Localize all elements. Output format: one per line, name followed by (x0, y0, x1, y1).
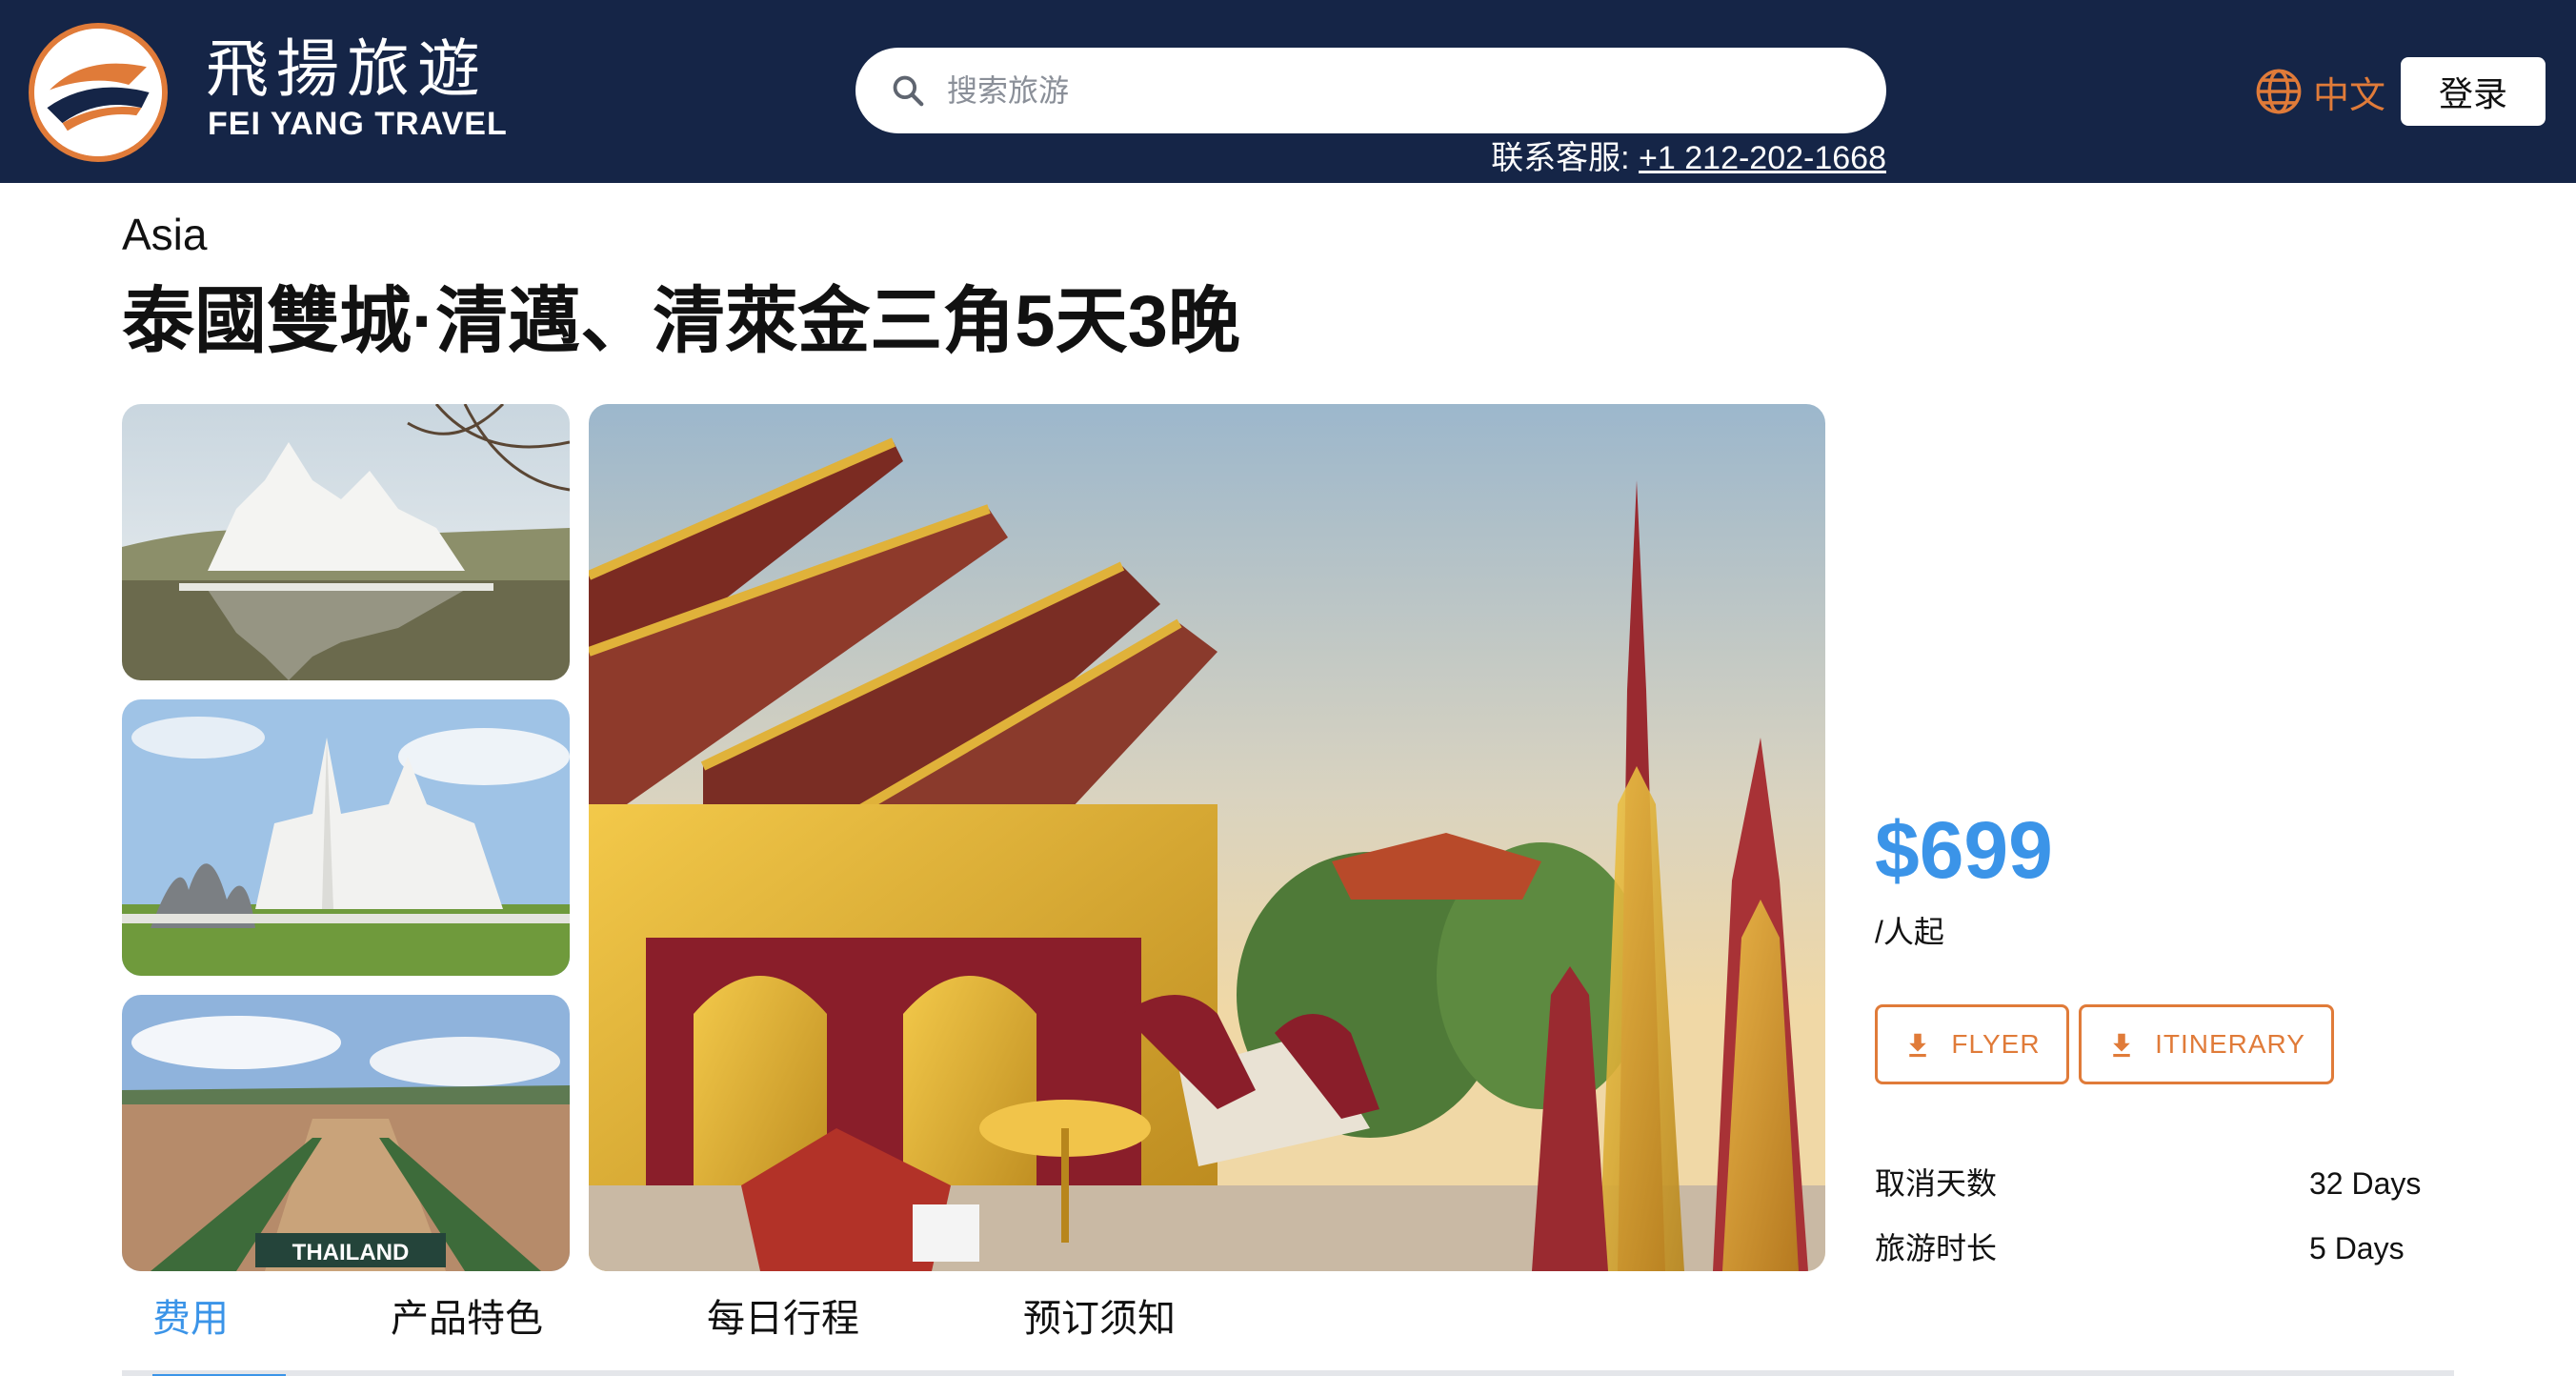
tab-label: 产品特色 (391, 1298, 543, 1340)
download-icon (2113, 1033, 2130, 1058)
flyer-label: FLYER (1951, 1029, 2041, 1059)
info-row-cancellation: 取消天数 32 Days (1875, 1161, 2427, 1206)
tab-label: 费用 (152, 1298, 229, 1340)
brand-name-cn: 飛揚旅遊 (206, 32, 488, 106)
boat-caption: THAILAND (292, 1240, 410, 1265)
download-itinerary-button[interactable]: ITINERARY (2079, 1004, 2334, 1084)
gallery-thumbnail-white-temple-reflection[interactable] (122, 404, 570, 680)
language-switcher[interactable]: 中文 (2254, 65, 2385, 118)
region-label: Asia (122, 210, 208, 259)
price-value: $699 (1875, 805, 2053, 895)
top-navbar: 飛揚旅遊 FEI YANG TRAVEL 联系客服: +1 212-202-16… (0, 0, 2576, 183)
search-bar[interactable] (855, 48, 1886, 133)
search-icon (893, 75, 924, 107)
language-label: 中文 (2313, 75, 2386, 116)
download-flyer-button[interactable]: FLYER (1875, 1004, 2069, 1084)
info-value: 5 Days (2309, 1231, 2405, 1265)
hotline-phone-link[interactable]: +1 212-202-1668 (1639, 140, 1886, 176)
brand-name-en: FEI YANG TRAVEL (208, 106, 508, 142)
gallery-main-photo-temple[interactable] (589, 404, 1825, 1271)
customer-service-hotline: 联系客服: +1 212-202-1668 (1491, 139, 1886, 177)
gallery-thumbnail-golden-triangle-boat[interactable]: THAILAND (122, 995, 570, 1271)
tab-features[interactable]: 产品特色 (391, 1292, 543, 1346)
brand-logo-icon[interactable] (29, 23, 168, 162)
page-title: 泰國雙城·清邁、清萊金三角5天3晚 (122, 281, 1240, 362)
login-button[interactable]: 登录 (2401, 57, 2546, 126)
product-tabs: 费用 产品特色 每日行程 预订须知 (122, 1283, 2454, 1376)
tab-label: 每日行程 (707, 1298, 859, 1340)
info-value: 32 Days (2309, 1166, 2422, 1201)
globe-icon (2256, 69, 2302, 114)
tab-fees[interactable]: 费用 (152, 1292, 286, 1376)
tab-booking-notes[interactable]: 预订须知 (1023, 1292, 1176, 1346)
tab-daily-itinerary[interactable]: 每日行程 (707, 1292, 859, 1346)
search-input[interactable] (947, 48, 1852, 133)
itinerary-label: ITINERARY (2155, 1029, 2305, 1059)
info-label: 取消天数 (1875, 1166, 1998, 1201)
gallery-thumbnail-white-temple-garden[interactable] (122, 699, 570, 976)
hotline-label: 联系客服: (1491, 140, 1640, 176)
info-label: 旅游时长 (1875, 1231, 1998, 1265)
download-icon (1909, 1033, 1927, 1058)
price-unit: /人起 (1875, 915, 1944, 949)
tab-label: 预订须知 (1023, 1298, 1176, 1340)
info-row-duration: 旅游时长 5 Days (1875, 1225, 2427, 1271)
